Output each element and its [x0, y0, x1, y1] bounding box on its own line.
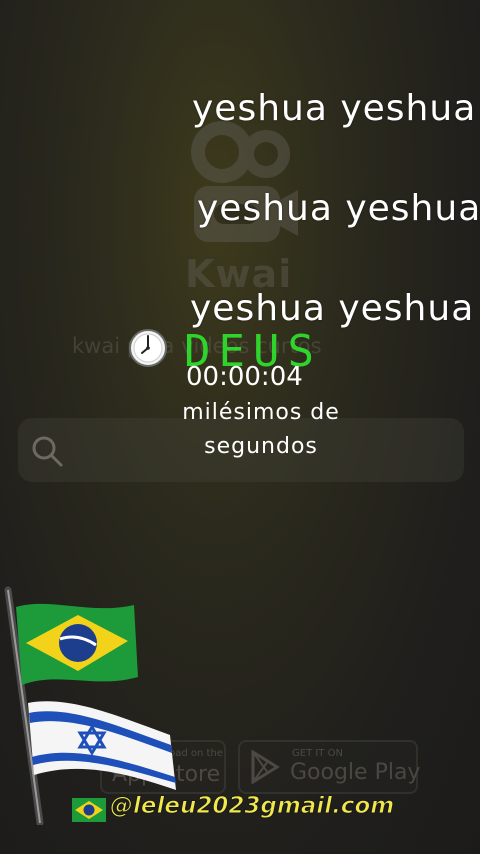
yeshua-line-3: yeshua yeshua [190, 288, 475, 329]
flags-graphic [4, 586, 176, 825]
yeshua-line-1: yeshua yeshua [192, 88, 477, 129]
timer-value: 00:00:04 [186, 362, 303, 392]
timer-label: milésimos de segundos [182, 400, 340, 459]
search-icon[interactable] [30, 434, 64, 468]
brazil-flag-icon [16, 603, 138, 685]
israel-flag-icon [28, 701, 176, 790]
brazil-flag-icon [72, 798, 106, 822]
yeshua-line-2: yeshua yeshua [197, 188, 480, 229]
google-play-icon [251, 750, 280, 784]
google-play-button[interactable]: GET IT ON Google Play [238, 740, 421, 794]
kwai-camera-icon [191, 121, 298, 242]
clock-icon [129, 329, 167, 367]
email-watermark: @leleu2023gmail.com [109, 793, 395, 820]
google-play-big-text: Google Play [290, 760, 421, 785]
google-play-small-text: GET IT ON [292, 748, 343, 759]
